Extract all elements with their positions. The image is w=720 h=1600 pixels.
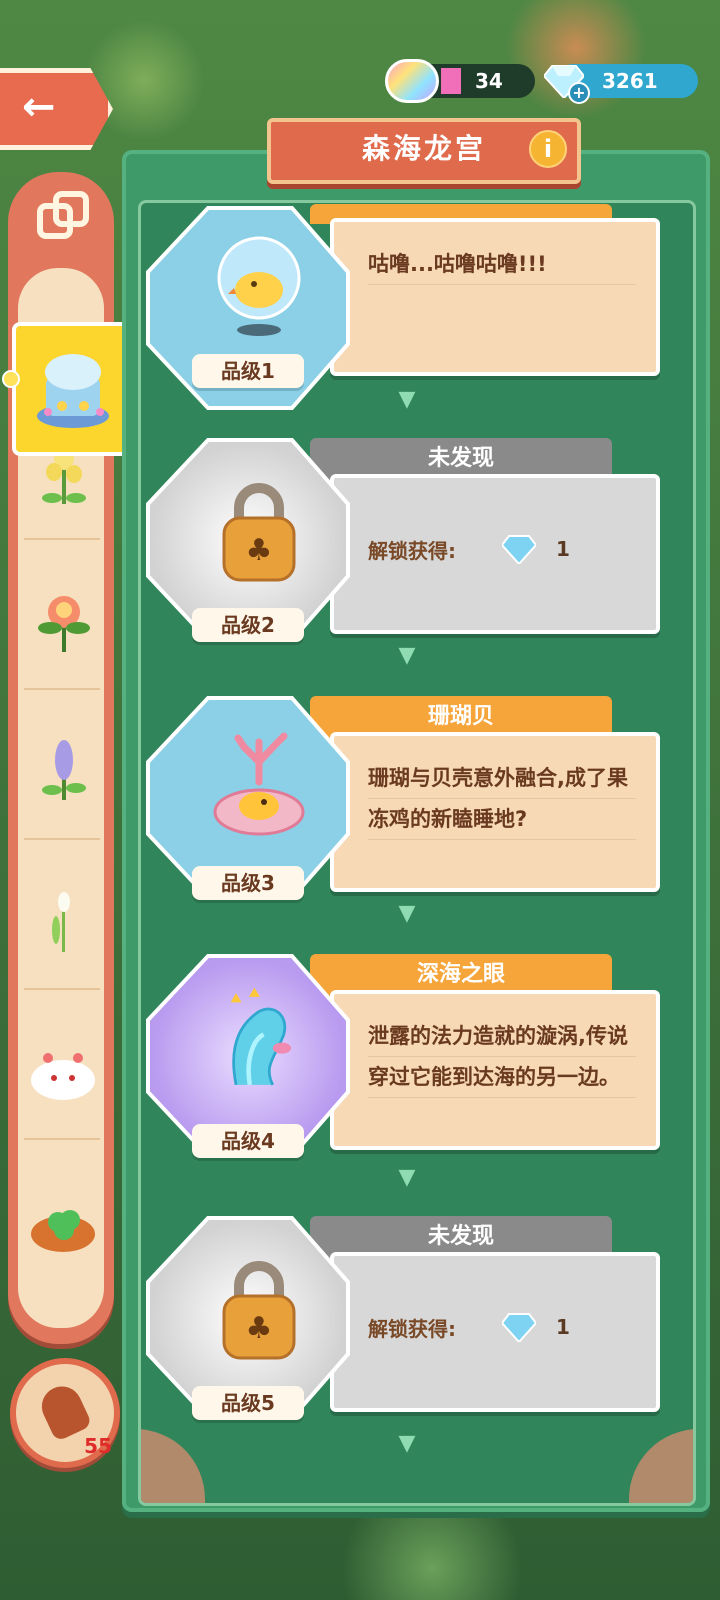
cloud-chick-icon xyxy=(31,1053,95,1100)
sidebar-item-lavender-flower[interactable] xyxy=(24,708,100,840)
panel-corner-right xyxy=(629,1429,693,1503)
unlock-label: 解锁获得: xyxy=(368,538,456,563)
pointing-hand-icon xyxy=(35,1379,93,1443)
sidebar-item-tulip-sprout[interactable] xyxy=(24,858,100,990)
rainbow-resource-counter: 34 xyxy=(385,59,535,103)
chevron-down-icon: ▼ xyxy=(398,643,416,668)
bubble-chick-icon xyxy=(217,236,301,336)
svg-text:♣: ♣ xyxy=(246,1311,273,1346)
unlock-count: 1 xyxy=(556,1315,570,1339)
chevron-down-icon: ▼ xyxy=(398,1165,416,1190)
tulip-sprout-icon xyxy=(52,892,70,952)
gem-resource-counter[interactable]: + 3261 xyxy=(542,64,698,104)
chevron-down-icon: ▼ xyxy=(398,901,416,926)
collection-card-5[interactable]: 未发现 解锁获得: 1 ♣ 品级5 xyxy=(146,1216,660,1420)
page-title-banner: 森海龙宫 i xyxy=(267,118,581,184)
collection-card-1[interactable]: 咕噜...咕噜咕噜!!! 品级1 xyxy=(146,196,660,410)
grade-label: 品级1 xyxy=(192,354,304,388)
hint-count: 55 xyxy=(84,1434,112,1458)
collection-card-3[interactable]: 珊瑚贝 珊瑚与贝壳意外融合,成了果冻鸡的新瞌睡地? 品级3 xyxy=(146,696,660,900)
back-button[interactable]: ← xyxy=(0,68,113,150)
hint-button[interactable]: 55 xyxy=(10,1358,120,1468)
card-description-box: 泄露的法力造就的漩涡,传说穿过它能到达海的另一边。 xyxy=(330,990,660,1150)
rainbow-cloud-icon xyxy=(385,59,439,103)
chevron-down-icon: ▼ xyxy=(398,387,416,412)
selection-indicator xyxy=(2,370,20,388)
svg-text:♣: ♣ xyxy=(246,533,273,568)
info-icon[interactable]: i xyxy=(529,130,567,168)
add-gems-icon[interactable]: + xyxy=(568,82,590,104)
coral-shell-icon xyxy=(213,732,305,836)
page-title: 森海龙宫 xyxy=(361,132,486,165)
card-unlock-box: 解锁获得: 1 xyxy=(330,1252,660,1412)
card-unlock-box: 解锁获得: 1 xyxy=(330,474,660,634)
sidebar-item-clover-basket[interactable] xyxy=(24,1158,100,1288)
gem-count: 3261 xyxy=(602,69,658,93)
unlock-count: 1 xyxy=(556,537,570,561)
sea-vortex-icon xyxy=(230,987,292,1086)
card-description-box: 咕噜...咕噜咕噜!!! xyxy=(330,218,660,376)
rainbow-progress-bar xyxy=(441,68,461,94)
diamond-icon: + xyxy=(542,64,590,104)
stack-icon[interactable] xyxy=(36,190,92,246)
unlock-reward-row: 解锁获得: 1 xyxy=(368,1312,570,1342)
card-description: 咕噜...咕噜咕噜!!! xyxy=(368,244,636,285)
lavender-flower-icon xyxy=(42,740,86,800)
peony-flower-icon xyxy=(38,596,90,652)
back-arrow-icon: ← xyxy=(22,84,56,130)
sidebar-item-sea-palace[interactable] xyxy=(12,322,136,456)
grade-label: 品级4 xyxy=(192,1124,304,1158)
sea-palace-icon xyxy=(37,354,109,428)
lock-icon: ♣ xyxy=(222,483,296,582)
unlock-label: 解锁获得: xyxy=(368,1316,456,1341)
lock-icon: ♣ xyxy=(222,1261,296,1360)
diamond-icon xyxy=(502,535,536,564)
collection-card-4[interactable]: 深海之眼 泄露的法力造就的漩涡,传说穿过它能到达海的另一边。 品级4 xyxy=(146,954,660,1158)
card-description-box: 珊瑚与贝壳意外融合,成了果冻鸡的新瞌睡地? xyxy=(330,732,660,892)
sidebar-item-cloud-chick[interactable] xyxy=(24,1008,100,1140)
rainbow-count: 34 xyxy=(475,69,503,93)
panel-corner-left xyxy=(141,1429,205,1503)
card-description: 泄露的法力造就的漩涡,传说穿过它能到达海的另一边。 xyxy=(368,1016,636,1098)
grade-label: 品级2 xyxy=(192,608,304,642)
unlock-reward-row: 解锁获得: 1 xyxy=(368,534,570,564)
sidebar-item-peony-flower[interactable] xyxy=(24,558,100,690)
grade-label: 品级3 xyxy=(192,866,304,900)
clover-basket-icon xyxy=(31,1210,95,1252)
grade-label: 品级5 xyxy=(192,1386,304,1420)
diamond-icon xyxy=(502,1313,536,1342)
chevron-down-icon: ▼ xyxy=(398,1431,416,1456)
collection-card-2[interactable]: 未发现 解锁获得: 1 ♣ 品级2 xyxy=(146,438,660,642)
card-description: 珊瑚与贝壳意外融合,成了果冻鸡的新瞌睡地? xyxy=(368,758,636,840)
